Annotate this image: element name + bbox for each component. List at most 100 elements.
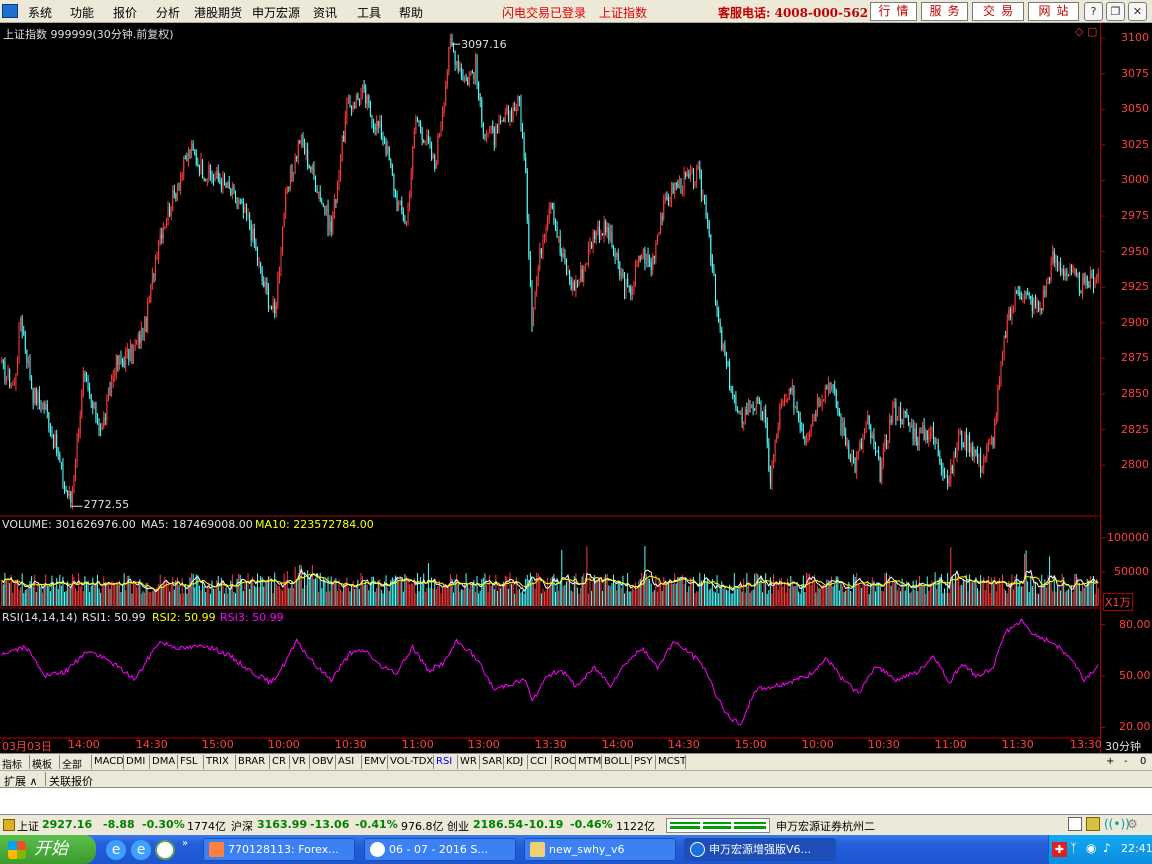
candle-body	[148, 301, 150, 303]
settings-icon[interactable]: ⚙	[1127, 817, 1138, 831]
candle-body	[291, 170, 293, 177]
indicator-tab-obv[interactable]: OBV	[312, 756, 333, 767]
panel-icon[interactable]	[1068, 817, 1082, 831]
zoom-in-button[interactable]: +	[1106, 756, 1114, 767]
candle-body	[71, 487, 73, 503]
trade-button[interactable]: 交易	[972, 2, 1024, 21]
indicator-tab-cci[interactable]: CCI	[530, 756, 547, 767]
candle-body	[1006, 320, 1008, 338]
indicator-tab-dma[interactable]: DMA	[152, 756, 175, 767]
task-browser[interactable]: 06 - 07 - 2016 S...	[364, 838, 516, 861]
candle-body	[340, 160, 342, 177]
candle-body	[198, 165, 200, 174]
indicator-tab-macd[interactable]: MACD	[94, 756, 124, 767]
start-button[interactable]: 开始	[0, 835, 96, 864]
indicator-tab-asi[interactable]: ASI	[338, 756, 354, 767]
indicator-tab-cr[interactable]: CR	[272, 756, 286, 767]
candle-body	[57, 453, 59, 455]
zoom-out-button[interactable]: -	[1124, 756, 1128, 767]
tray-hand-icon[interactable]: ᛉ	[1070, 841, 1077, 855]
indicator-tab-mcst[interactable]: MCST	[658, 756, 686, 767]
candle-body	[1002, 354, 1004, 362]
candle-body	[404, 220, 406, 224]
chart-canvas[interactable]	[0, 23, 1152, 755]
indicator-tab-kdj[interactable]: KDJ	[506, 756, 523, 767]
restore-icon[interactable]: ❐	[1106, 2, 1125, 21]
candle-body	[697, 166, 699, 168]
service-button[interactable]: 服务	[921, 2, 968, 21]
candle-body	[851, 454, 853, 461]
menu-help[interactable]: 帮助	[399, 4, 423, 21]
indicator-tab-rsi[interactable]: RSI	[436, 756, 452, 767]
period-label[interactable]: 30分钟	[1105, 738, 1141, 754]
indicator-tab-boll[interactable]: BOLL	[604, 756, 630, 767]
indicator-tab-emv[interactable]: EMV	[364, 756, 386, 767]
menu-analysis[interactable]: 分析	[156, 4, 180, 21]
indicator-tab-mtm[interactable]: MTM	[578, 756, 601, 767]
ie-icon[interactable]: e	[106, 840, 126, 860]
menu-function[interactable]: 功能	[70, 4, 94, 21]
indicator-tab-psy[interactable]: PSY	[634, 756, 653, 767]
candle-body	[239, 201, 241, 203]
indicator-tab-brar[interactable]: BRAR	[238, 756, 265, 767]
candle-body	[351, 106, 353, 110]
candle-body	[485, 133, 487, 137]
tray-network-icon[interactable]: ◉	[1086, 841, 1096, 855]
indicator-tab-trix[interactable]: TRIX	[206, 756, 229, 767]
task-forex[interactable]: 770128113: Forex...	[203, 838, 355, 861]
quotes-button[interactable]: 行情	[870, 2, 917, 21]
quicklaunch-more-icon[interactable]: »	[182, 838, 188, 849]
menu-swhy[interactable]: 申万宏源	[252, 4, 300, 21]
lock-icon[interactable]	[1086, 817, 1100, 831]
indicator-tab-sar[interactable]: SAR	[482, 756, 502, 767]
rsi-tick-label: 50.00	[1119, 669, 1151, 682]
menu-tools[interactable]: 工具	[357, 4, 381, 21]
chart-area[interactable]: 上证指数 999999(30分钟.前复权) ◇ ▢ 3097.16 2772.5…	[0, 23, 1152, 755]
indicator-tab-roc[interactable]: ROC	[554, 756, 576, 767]
candle-body	[7, 369, 9, 378]
indicator-tab-dmi[interactable]: DMI	[126, 756, 145, 767]
candle-body	[562, 253, 564, 257]
menu-quote[interactable]: 报价	[113, 4, 137, 21]
ie-icon-2[interactable]: e	[131, 840, 151, 860]
indicator-tab-全部[interactable]: 全部	[62, 756, 82, 771]
candle-body	[368, 96, 370, 104]
candle-body	[793, 385, 795, 409]
menu-system[interactable]: 系统	[28, 4, 52, 21]
candle-body	[261, 268, 263, 282]
chrome-icon[interactable]	[155, 840, 175, 860]
task-swhy[interactable]: 申万宏源增强版V6...	[684, 838, 836, 861]
indicator-tab-fsl[interactable]: FSL	[180, 756, 198, 767]
candle-body	[529, 256, 531, 287]
reset-button[interactable]: 0	[1140, 756, 1146, 767]
candle-body	[23, 331, 25, 336]
close-icon[interactable]: ✕	[1128, 2, 1147, 21]
candle-body	[655, 243, 657, 259]
current-index[interactable]: 上证指数	[599, 4, 647, 21]
cy-name[interactable]: 创业	[447, 818, 469, 834]
clock[interactable]: 22:41	[1121, 842, 1152, 855]
tray-red-icon[interactable]: ✚	[1052, 842, 1067, 857]
candle-body	[394, 191, 396, 194]
candle-body	[1055, 256, 1057, 264]
help-icon[interactable]: ?	[1084, 2, 1103, 21]
candle-body	[915, 428, 917, 443]
task-folder[interactable]: new_swhy_v6	[524, 838, 676, 861]
candle-body	[42, 403, 44, 410]
tray-volume-icon[interactable]: ♪	[1103, 841, 1111, 855]
indicator-tab-模板[interactable]: 模板	[32, 756, 52, 771]
indicator-tab-wr[interactable]: WR	[460, 756, 477, 767]
menu-hk-futures[interactable]: 港股期货	[194, 4, 242, 21]
candle-body	[718, 310, 720, 323]
menu-info[interactable]: 资讯	[313, 4, 337, 21]
candle-body	[663, 199, 665, 219]
indicator-tab-指标[interactable]: 指标	[2, 756, 22, 771]
candle-body	[1011, 307, 1013, 319]
chart-expand-icon[interactable]: ◇ ▢	[1075, 25, 1097, 38]
sh-name[interactable]: 上证	[17, 818, 39, 834]
candle-body	[642, 249, 644, 255]
indicator-tab-vol-tdx[interactable]: VOL-TDX	[390, 756, 433, 767]
indicator-tab-vr[interactable]: VR	[292, 756, 306, 767]
website-button[interactable]: 网站	[1028, 2, 1079, 21]
hs-name[interactable]: 沪深	[231, 818, 253, 834]
